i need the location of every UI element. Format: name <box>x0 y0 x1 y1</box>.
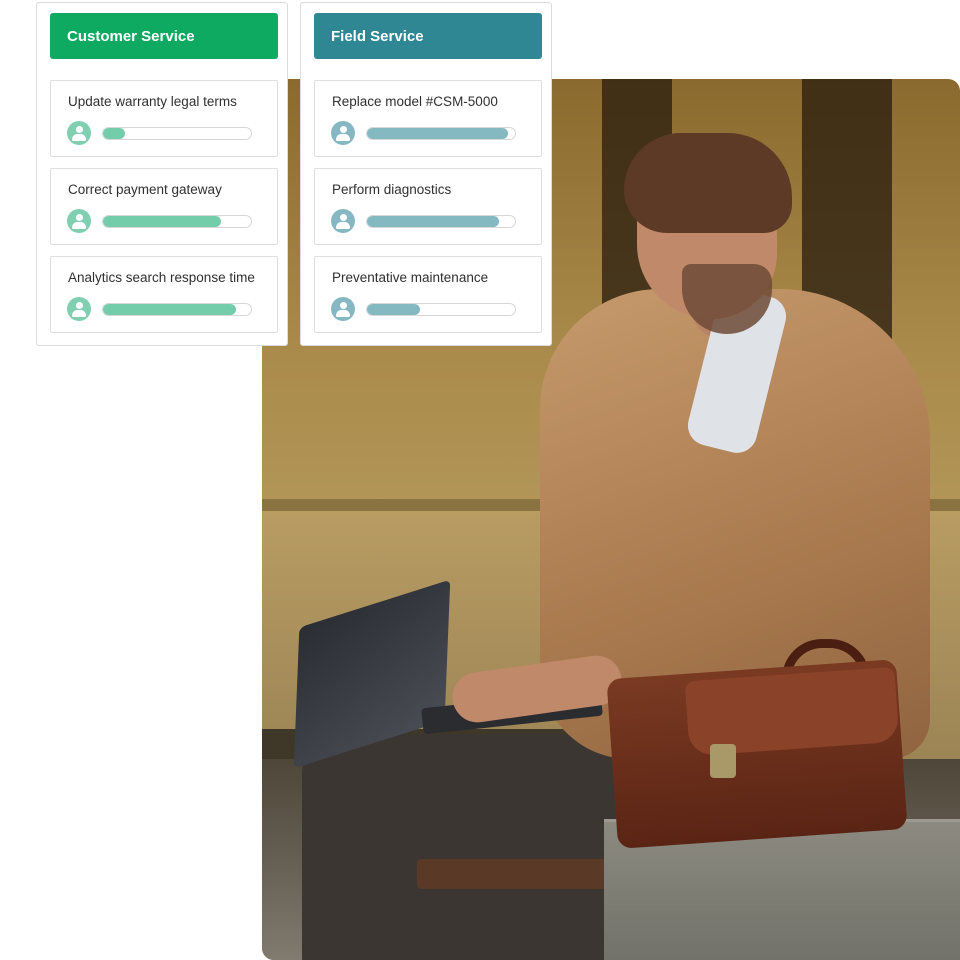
panel-header[interactable]: Field Service <box>314 13 542 59</box>
progress-bar <box>102 215 252 228</box>
progress-fill <box>367 216 499 227</box>
progress-bar <box>366 215 516 228</box>
task-label: Replace model #CSM-5000 <box>332 94 498 109</box>
bag-flap <box>684 666 900 757</box>
task-card[interactable]: Update warranty legal terms <box>50 80 278 157</box>
customer-service-panel: Customer Service Update warranty legal t… <box>36 2 288 346</box>
task-card[interactable]: Perform diagnostics <box>314 168 542 245</box>
task-label: Correct payment gateway <box>68 182 222 197</box>
field-service-panel: Field Service Replace model #CSM-5000 Pe… <box>300 2 552 346</box>
task-label: Preventative maintenance <box>332 270 489 285</box>
user-avatar-icon <box>331 121 355 145</box>
task-card[interactable]: Analytics search response time <box>50 256 278 333</box>
user-avatar-icon <box>67 297 91 321</box>
task-card[interactable]: Correct payment gateway <box>50 168 278 245</box>
panel-header[interactable]: Customer Service <box>50 13 278 59</box>
task-label: Analytics search response time <box>68 270 255 285</box>
progress-bar <box>102 127 252 140</box>
progress-bar <box>102 303 252 316</box>
task-card[interactable]: Preventative maintenance <box>314 256 542 333</box>
man-hair <box>624 133 792 233</box>
progress-fill <box>103 304 237 315</box>
man-legs <box>302 734 632 960</box>
progress-bar <box>366 303 516 316</box>
task-label: Perform diagnostics <box>332 182 452 197</box>
bag-buckle <box>710 744 736 778</box>
progress-bar <box>366 127 516 140</box>
progress-fill <box>367 128 508 139</box>
progress-fill <box>103 128 126 139</box>
user-avatar-icon <box>331 297 355 321</box>
progress-fill <box>367 304 421 315</box>
user-avatar-icon <box>67 209 91 233</box>
progress-fill <box>103 216 222 227</box>
task-card[interactable]: Replace model #CSM-5000 <box>314 80 542 157</box>
task-label: Update warranty legal terms <box>68 94 237 109</box>
user-avatar-icon <box>331 209 355 233</box>
user-avatar-icon <box>67 121 91 145</box>
